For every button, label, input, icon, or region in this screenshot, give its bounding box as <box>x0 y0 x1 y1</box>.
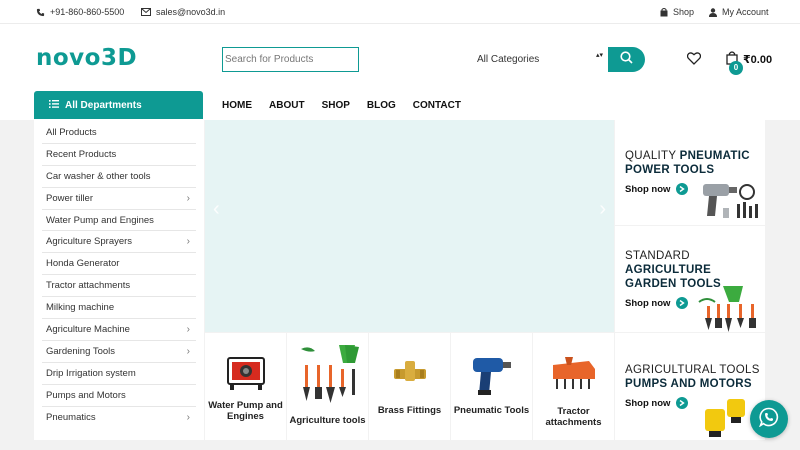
chevron-right-icon: › <box>186 323 190 335</box>
nav-row: All Departments HOME ABOUT SHOP BLOG CON… <box>0 91 800 120</box>
nav-shop[interactable]: SHOP <box>322 100 350 111</box>
top-bar: +91-860-860-5500 sales@novo3d.in Shop My… <box>0 0 800 24</box>
chevron-right-icon: › <box>186 345 190 357</box>
shop-label: Shop <box>673 7 695 17</box>
department-item[interactable]: Water Pump and Engines <box>42 210 196 232</box>
department-item[interactable]: Pneumatics › <box>42 407 196 429</box>
all-departments-button[interactable]: All Departments <box>34 91 203 119</box>
arrow-right-icon <box>676 397 689 409</box>
promo-light-text: STANDARD <box>625 250 690 262</box>
search-button[interactable] <box>608 47 645 72</box>
category-label: Water Pump and Engines <box>208 400 283 422</box>
promo-light-text: QUALITY <box>625 150 680 162</box>
category-tile[interactable]: Brass Fittings <box>369 333 450 440</box>
email-address: sales@novo3d.in <box>156 7 226 17</box>
departments-label: All Departments <box>65 99 142 111</box>
promo-card[interactable]: STANDARD AGRICULTURE GARDEN TOOLS Shop no… <box>615 226 765 332</box>
department-item[interactable]: Drip Irrigation system <box>42 363 196 385</box>
account-link[interactable]: My Account <box>709 7 769 17</box>
departments-list: All Products Recent Products Car washer … <box>34 120 204 440</box>
department-item[interactable]: Milking machine <box>42 297 196 320</box>
promo-light-text: AGRICULTURAL TOOLS <box>625 364 760 376</box>
nav-about[interactable]: ABOUT <box>269 100 305 111</box>
arrow-right-icon <box>676 183 689 195</box>
category-tile[interactable]: Water Pump and Engines <box>205 333 286 440</box>
menu-list-icon <box>49 99 59 111</box>
hero-slider: ‹ › <box>205 120 614 332</box>
department-item[interactable]: Honda Generator <box>42 253 196 276</box>
garden-tools-icon <box>698 286 756 332</box>
phone-icon <box>36 8 45 17</box>
garden-tools-icon <box>287 343 368 405</box>
chevron-right-icon: › <box>186 236 190 248</box>
shop-link[interactable]: Shop <box>660 7 694 17</box>
nav-contact[interactable]: CONTACT <box>413 100 461 111</box>
category-label: Pneumatic Tools <box>453 405 530 416</box>
promo-card[interactable]: AGRICULTURAL TOOLS PUMPS AND MOTORS Shop … <box>615 333 765 440</box>
nav-home[interactable]: HOME <box>222 100 252 111</box>
cart-count-badge: 0 <box>729 61 743 75</box>
department-item[interactable]: Agriculture Sprayers › <box>42 231 196 254</box>
whatsapp-chat-button[interactable] <box>750 400 788 438</box>
site-logo[interactable]: novo3D <box>36 45 137 71</box>
search-input[interactable] <box>222 47 359 72</box>
impact-wrench-icon <box>451 349 532 401</box>
category-select[interactable]: All Categories <box>477 54 539 65</box>
wishlist-icon[interactable] <box>686 52 702 70</box>
arrow-right-icon <box>676 297 689 309</box>
promo-card[interactable]: QUALITY PNEUMATIC POWER TOOLS Shop now <box>615 120 765 225</box>
brass-fitting-icon <box>369 347 450 399</box>
pump-motor-icon <box>705 399 745 437</box>
phone-number: +91-860-860-5500 <box>50 7 125 17</box>
main-nav: HOME ABOUT SHOP BLOG CONTACT <box>222 100 461 111</box>
water-pump-icon <box>205 347 286 399</box>
department-item[interactable]: Recent Products <box>42 144 196 166</box>
department-item[interactable]: Car washer & other tools <box>42 166 196 188</box>
category-label: Agriculture tools <box>289 415 366 426</box>
department-item[interactable]: Power tiller › <box>42 188 196 210</box>
department-item[interactable]: Pumps and Motors <box>42 385 196 407</box>
category-tile[interactable]: Tractor attachments <box>533 333 614 440</box>
slider-next-icon[interactable]: › <box>599 198 606 221</box>
user-icon <box>709 7 717 17</box>
site-header: novo3D All Categories ▴▾ 0 ₹0.00 <box>0 24 800 96</box>
category-label: Tractor attachments <box>545 406 602 428</box>
category-label: Brass Fittings <box>377 405 442 416</box>
email-contact[interactable]: sales@novo3d.in <box>141 7 225 17</box>
promo-bold-text: PUMPS AND MOTORS <box>625 378 752 390</box>
slider-prev-icon[interactable]: ‹ <box>213 198 220 221</box>
chevron-right-icon: › <box>186 192 190 204</box>
bag-icon <box>660 7 668 17</box>
select-arrows-icon: ▴▾ <box>596 52 604 59</box>
pneumatic-tools-icon <box>703 184 758 218</box>
category-tiles: Water Pump and Engines Agriculture tools <box>205 333 614 440</box>
cart-total[interactable]: ₹0.00 <box>743 53 772 66</box>
rotavator-icon <box>533 349 614 401</box>
category-tile[interactable]: Pneumatic Tools <box>451 333 532 440</box>
category-tile[interactable]: Agriculture tools <box>287 333 368 440</box>
department-item[interactable]: Agriculture Machine › <box>42 319 196 341</box>
department-item[interactable]: Gardening Tools › <box>42 341 196 363</box>
chevron-right-icon: › <box>186 412 190 424</box>
whatsapp-icon <box>758 407 779 432</box>
account-label: My Account <box>722 7 769 17</box>
phone-contact[interactable]: +91-860-860-5500 <box>36 7 124 17</box>
search-icon <box>620 50 633 69</box>
department-item[interactable]: Tractor attachments <box>42 275 196 298</box>
nav-blog[interactable]: BLOG <box>367 100 396 111</box>
department-item[interactable]: All Products <box>42 122 196 144</box>
mail-icon <box>141 8 151 16</box>
